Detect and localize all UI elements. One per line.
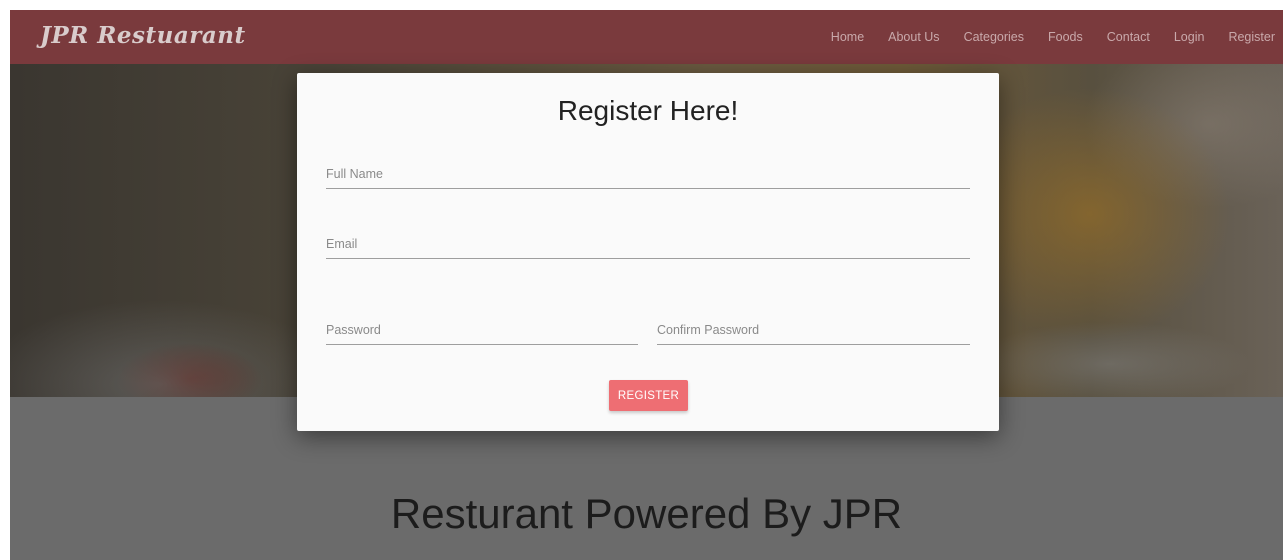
brand-logo[interactable]: JPR Restuarant [40,22,246,49]
password-input[interactable] [326,318,638,342]
full-name-input[interactable] [326,162,970,186]
password-field [326,318,638,345]
full-name-field [326,162,970,189]
modal-title: Register Here! [557,95,739,126]
hero-tagline: Resturant Powered By JPR [390,490,903,537]
register-button[interactable]: REGISTER [609,380,688,411]
nav-link-contact[interactable]: Contact [1107,30,1150,44]
confirm-password-input[interactable] [657,318,970,342]
nav-link-categories[interactable]: Categories [964,30,1024,44]
navbar: JPR Restuarant Home About Us Categories … [10,10,1283,64]
email-field [326,232,970,259]
confirm-password-field [657,318,970,345]
nav-link-about-us[interactable]: About Us [888,30,939,44]
page: JPR Restuarant Home About Us Categories … [10,10,1283,560]
nav-link-register[interactable]: Register [1228,30,1275,44]
nav-link-foods[interactable]: Foods [1048,30,1083,44]
nav-link-login[interactable]: Login [1174,30,1205,44]
nav-link-home[interactable]: Home [831,30,864,44]
register-modal: Register Here! REGISTER [297,73,999,431]
nav-links: Home About Us Categories Foods Contact L… [807,10,1275,64]
email-input[interactable] [326,232,970,256]
